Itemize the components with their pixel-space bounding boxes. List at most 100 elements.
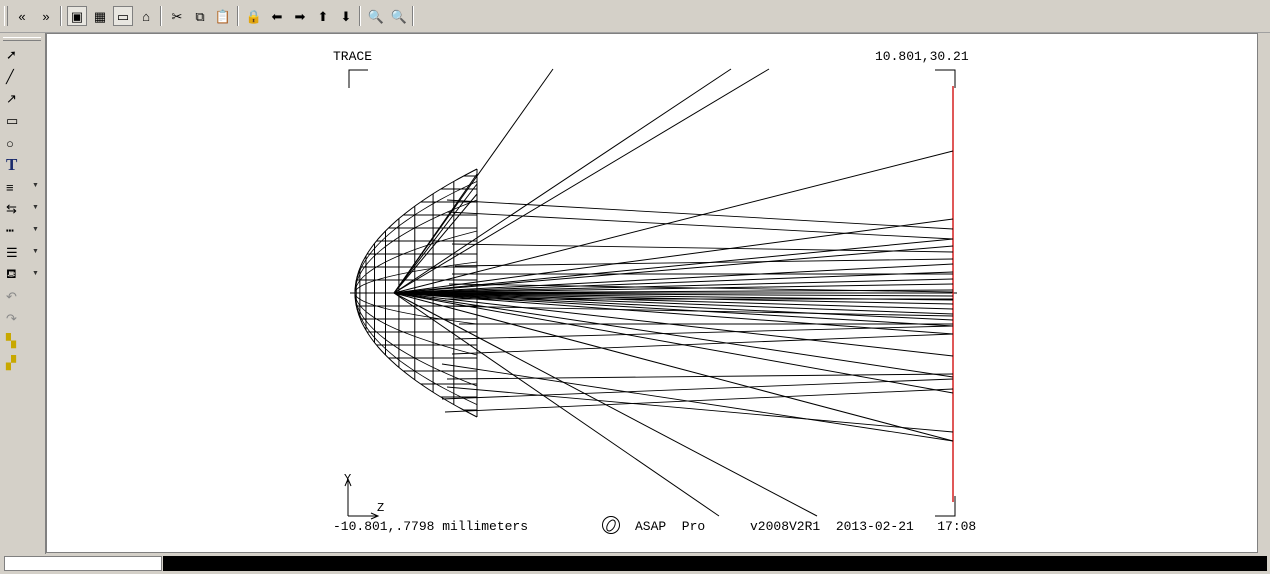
- ray-trace-plot: [344, 68, 957, 520]
- arrow-tool-icon: ↗: [6, 91, 17, 106]
- toolbar-separator: [160, 6, 162, 26]
- arrow-down-button[interactable]: ⬇: [336, 6, 356, 26]
- paste-button[interactable]: 📋: [213, 6, 233, 26]
- asap-logo: [602, 516, 620, 534]
- plot-upper-bound: 10.801,30.21: [875, 49, 969, 64]
- text-tool-icon: T: [6, 155, 18, 174]
- tool-dash-style-button[interactable]: ┅: [6, 221, 28, 241]
- plot-corner-top-right: [935, 69, 956, 88]
- main-toolbar: « » ▣ ▦ ▭ ⌂ ✂ ⧉ 📋 🔒 ⬅ ➡ ⬆ ⬇ 🔍 🔍: [0, 0, 1270, 33]
- pointer-icon: ➚: [6, 47, 17, 62]
- ray: [393, 68, 732, 294]
- tool-rectangle-button[interactable]: ▭: [6, 111, 28, 131]
- expand-right-button[interactable]: »: [36, 6, 56, 26]
- paste-icon: 📋: [214, 8, 232, 24]
- reflected-ray: [444, 388, 954, 413]
- cut-button[interactable]: ✂: [167, 6, 187, 26]
- zoom-in-button[interactable]: 🔍: [366, 6, 386, 26]
- zoom-out-button[interactable]: 🔍: [389, 6, 409, 26]
- copy-icon: ⧉: [195, 8, 205, 24]
- axis-z-label: Z: [377, 501, 385, 515]
- tool-fill-button[interactable]: ⛾: [6, 265, 28, 285]
- ray: [393, 292, 954, 394]
- tool-line-weight-button[interactable]: ☰: [6, 243, 28, 263]
- reflected-ray: [441, 378, 954, 400]
- tool-dropdown-arrow-icon[interactable]: ▼: [32, 182, 39, 189]
- arrow-down-icon: ⬇: [340, 8, 352, 24]
- tool-line-style-button[interactable]: ≡: [6, 177, 28, 197]
- tool-redo-button[interactable]: ↷: [6, 309, 28, 329]
- collapse-left-button[interactable]: «: [12, 6, 32, 26]
- tool-dropdown-arrow-icon[interactable]: ▼: [32, 204, 39, 211]
- reflected-ray: [446, 211, 954, 240]
- paint-bucket-icon: ⛾: [6, 266, 17, 281]
- ray: [393, 292, 954, 378]
- ray: [393, 150, 954, 294]
- tool-bring-front-button[interactable]: ▚: [6, 331, 28, 351]
- reflected-ray: [451, 243, 954, 253]
- table-button[interactable]: ▦: [90, 6, 110, 26]
- arrow-up-icon: ⬆: [317, 8, 329, 24]
- ray: [393, 68, 770, 294]
- drawing-toolbar-grip[interactable]: [3, 37, 41, 41]
- bring-front-icon: ▚: [6, 333, 16, 348]
- edit-plot-icon: ▣: [70, 8, 84, 24]
- line-icon: ╱: [6, 69, 14, 84]
- undo-icon: ↶: [6, 289, 17, 304]
- double-chevron-right-icon: »: [42, 8, 50, 24]
- ray: [393, 183, 478, 294]
- tool-send-back-button[interactable]: ▞: [6, 353, 28, 373]
- reflected-ray: [454, 258, 954, 267]
- tool-arrow-button[interactable]: ↗: [6, 89, 28, 109]
- zoom-in-icon: 🔍: [367, 8, 385, 24]
- lock-button[interactable]: 🔒: [244, 6, 264, 26]
- window-icon: ▭: [116, 8, 130, 24]
- toolbar-separator: [60, 6, 62, 26]
- ray: [393, 292, 954, 327]
- copy-button[interactable]: ⧉: [190, 6, 210, 26]
- dash-style-icon: ┅: [6, 223, 14, 238]
- table-icon: ▦: [93, 8, 107, 24]
- home-icon: ⌂: [142, 8, 150, 24]
- arrow-left-button[interactable]: ⬅: [267, 6, 287, 26]
- ray: [393, 292, 954, 442]
- plot-lower-bound: -10.801,.7798 millimeters: [333, 519, 529, 534]
- tool-dropdown-arrow-icon[interactable]: ▼: [32, 226, 39, 233]
- arrow-left-icon: ⬅: [271, 8, 283, 24]
- tool-arrow-style-button[interactable]: ⇆: [6, 199, 28, 219]
- double-chevron-left-icon: «: [18, 8, 26, 24]
- drawing-toolbar: ➚ ╱ ↗ ▭ ○ T ≡ ▼ ⇆ ▼ ┅ ▼ ☰ ▼ ⛾ ▼ ↶ ↷ ▚ ▞: [0, 33, 46, 554]
- tool-select-button[interactable]: ➚: [6, 45, 28, 65]
- status-progress-area: [163, 556, 1267, 571]
- tool-dropdown-arrow-icon[interactable]: ▼: [32, 270, 39, 277]
- tool-dropdown-arrow-icon[interactable]: ▼: [32, 248, 39, 255]
- arrow-up-button[interactable]: ⬆: [313, 6, 333, 26]
- ray: [393, 292, 720, 517]
- arrow-style-icon: ⇆: [6, 201, 17, 216]
- ray: [393, 218, 954, 294]
- window-button[interactable]: ▭: [113, 6, 133, 26]
- tool-line-button[interactable]: ╱: [6, 67, 28, 87]
- toolbar-grip[interactable]: [4, 6, 8, 26]
- home-button[interactable]: ⌂: [136, 6, 156, 26]
- tool-undo-button[interactable]: ↶: [6, 287, 28, 307]
- tool-ellipse-button[interactable]: ○: [6, 133, 28, 153]
- plot-title: TRACE: [333, 49, 373, 64]
- product-label: ASAP Pro: [635, 519, 706, 534]
- toolbar-separator: [412, 6, 414, 26]
- tool-text-button[interactable]: T: [6, 155, 28, 175]
- arrow-right-button[interactable]: ➡: [290, 6, 310, 26]
- arrow-right-icon: ➡: [294, 8, 306, 24]
- send-back-icon: ▞: [6, 355, 16, 370]
- ray: [393, 193, 478, 294]
- ray: [393, 271, 954, 294]
- status-field: [4, 556, 162, 571]
- toolbar-separator: [237, 6, 239, 26]
- plot-canvas[interactable]: TRACE 10.801,30.21 -10.801,.7798 millime…: [46, 33, 1258, 553]
- zoom-out-icon: 🔍: [390, 8, 408, 24]
- edit-plot-button[interactable]: ▣: [67, 6, 87, 26]
- version-stamp: v2008V2R1 2013-02-21 17:08: [750, 519, 977, 534]
- reflected-ray: [446, 199, 954, 230]
- toolbar-separator: [359, 6, 361, 26]
- line-weight-icon: ☰: [6, 245, 18, 260]
